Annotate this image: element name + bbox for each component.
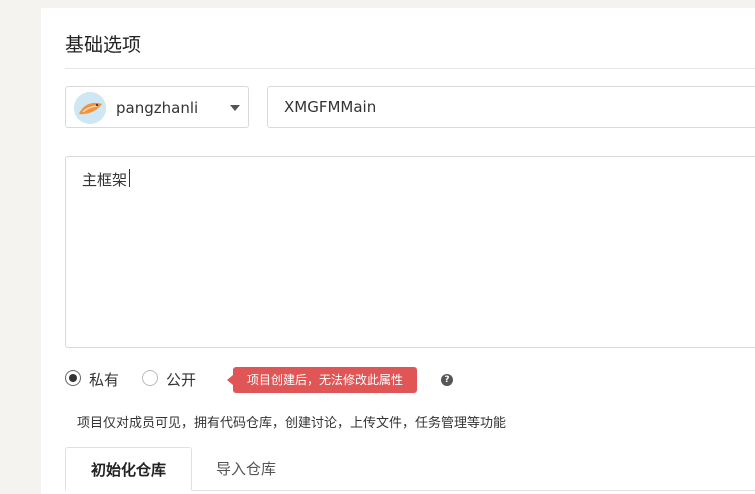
public-radio[interactable] [142,370,158,386]
owner-select[interactable]: pangzhanli [65,86,249,128]
public-label[interactable]: 公开 [166,369,196,390]
text-cursor [129,169,130,187]
help-icon[interactable]: ? [441,374,453,386]
visibility-warning-tooltip: 项目创建后，无法修改此属性 [226,367,418,393]
form-card: 基础选项 pangzhanli 主框架 私有 公开 项目创建后，无法修改此属性 … [41,8,755,494]
avatar [74,92,106,124]
section-title: 基础选项 [65,34,142,56]
section-divider [65,68,755,69]
description-textarea[interactable]: 主框架 [65,156,755,348]
fox-avatar-icon [74,92,106,124]
visibility-description: 项目仅对成员可见，拥有代码仓库，创建讨论，上传文件，任务管理等功能 [77,416,507,431]
owner-name: pangzhanli [116,99,199,117]
private-radio[interactable] [65,370,81,386]
private-label[interactable]: 私有 [89,369,119,390]
tab-init-repo[interactable]: 初始化仓库 [65,447,192,491]
repo-name-input[interactable] [267,86,755,128]
chevron-down-icon [230,105,240,111]
tab-import-repo[interactable]: 导入仓库 [201,447,291,491]
